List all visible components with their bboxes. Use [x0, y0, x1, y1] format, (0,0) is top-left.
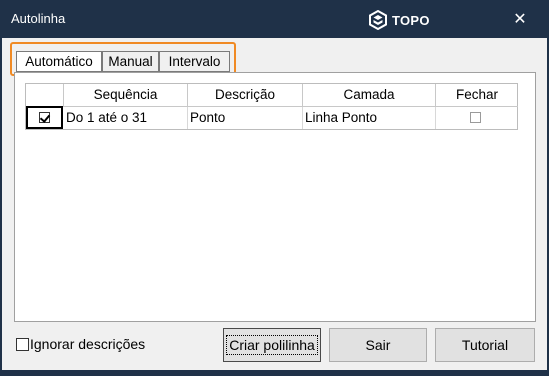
grid-header-indicator [26, 84, 64, 107]
title-bar[interactable]: Autolinha TOPO ✕ [0, 0, 549, 38]
fechar-checkbox[interactable] [470, 112, 481, 123]
grid-header-descricao[interactable]: Descrição [188, 84, 303, 107]
ignorar-descricoes-option[interactable]: Ignorar descrições [16, 336, 145, 352]
tab-automatico[interactable]: Automático [16, 51, 102, 72]
topo-logo: TOPO [368, 9, 430, 31]
cell-sequencia[interactable]: Do 1 até o 31 [64, 107, 188, 129]
dialog-body: Automático Manual Intervalo Sequência De… [2, 38, 547, 370]
criar-polilinha-label: Criar polilinha [226, 335, 318, 355]
window-title: Autolinha [11, 11, 66, 26]
ignorar-descricoes-checkbox[interactable] [16, 337, 29, 351]
tab-intervalo-label: Intervalo [168, 54, 221, 69]
logo-text: TOPO [392, 12, 430, 28]
table-row-selector[interactable] [26, 106, 63, 129]
grid-header-sequencia[interactable]: Sequência [64, 84, 188, 107]
tab-panel-automatico: Sequência Descrição Camada Fechar Do 1 a… [14, 72, 536, 322]
tab-manual-label: Manual [108, 54, 153, 69]
ignorar-descricoes-label: Ignorar descrições [30, 336, 146, 352]
cell-descricao[interactable]: Ponto [188, 107, 303, 129]
grid-header-fechar[interactable]: Fechar [436, 84, 518, 107]
topo-logo-icon [369, 10, 387, 30]
tab-manual[interactable]: Manual [102, 51, 159, 72]
tab-automatico-label: Automático [25, 54, 93, 69]
cell-camada[interactable]: Linha Ponto [303, 107, 436, 129]
sequence-grid: Sequência Descrição Camada Fechar Do 1 a… [25, 83, 518, 130]
close-icon: ✕ [513, 11, 527, 28]
tutorial-label: Tutorial [461, 337, 509, 353]
row-select-checkbox[interactable] [39, 112, 50, 123]
autolinha-window: Autolinha TOPO ✕ Automático Manual Inter… [0, 0, 549, 376]
tab-intervalo[interactable]: Intervalo [159, 51, 230, 72]
cell-fechar[interactable] [436, 107, 518, 129]
close-button[interactable]: ✕ [509, 10, 531, 30]
criar-polilinha-button[interactable]: Criar polilinha [223, 328, 321, 362]
sair-label: Sair [365, 337, 391, 353]
grid-header-camada[interactable]: Camada [303, 84, 436, 107]
sair-button[interactable]: Sair [329, 328, 427, 362]
tutorial-button[interactable]: Tutorial [435, 328, 535, 362]
